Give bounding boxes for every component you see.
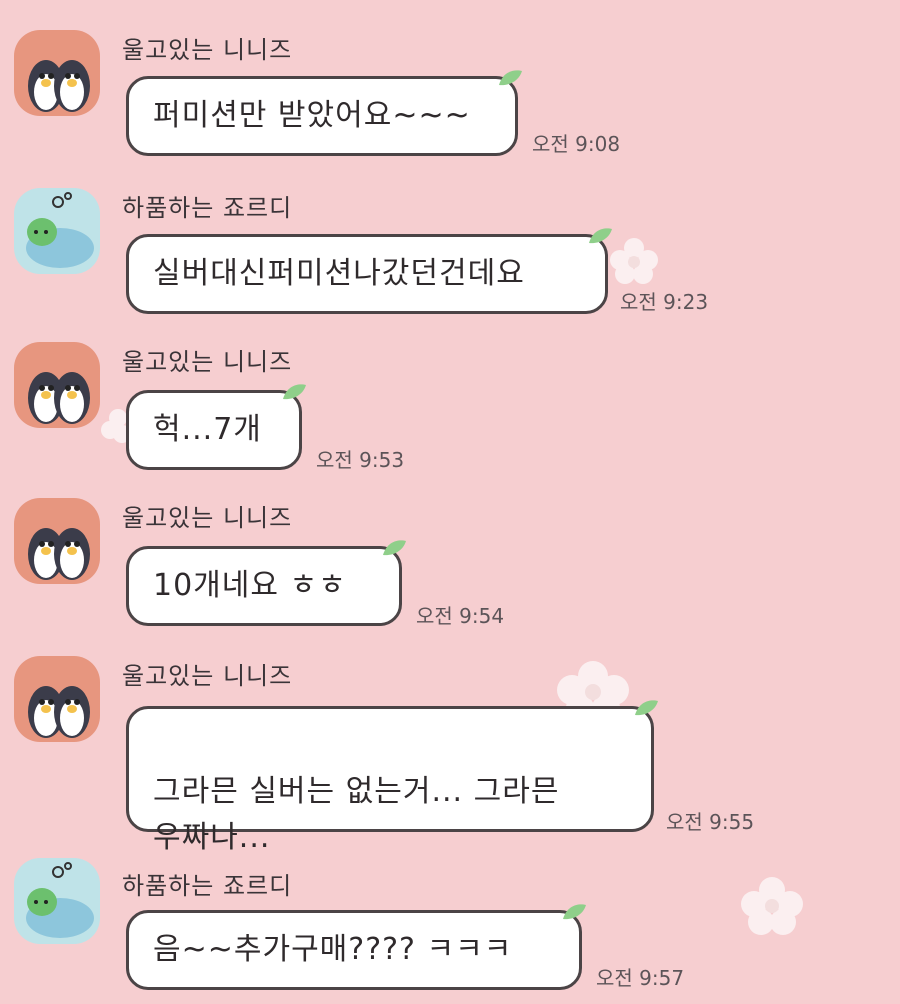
flower-decoration-icon — [741, 877, 803, 935]
crying-penguins-avatar[interactable] — [14, 30, 100, 116]
crying-penguins-avatar[interactable] — [14, 342, 100, 428]
flower-decoration-icon — [610, 238, 658, 284]
message-bubble[interactable]: 음~~추가구매???? ㅋㅋㅋ — [126, 904, 586, 990]
message-time: 오전 9:57 — [596, 966, 685, 990]
sender-name: 울고있는 니니즈 — [122, 36, 293, 64]
message-text: 헉...7개 — [153, 412, 262, 447]
sender-name: 울고있는 니니즈 — [122, 504, 293, 532]
message-text: 음~~추가구매???? ㅋㅋㅋ — [153, 932, 513, 967]
leaf-icon — [383, 540, 406, 556]
sender-name: 하품하는 죠르디 — [122, 194, 293, 222]
leaf-icon — [635, 700, 658, 716]
message-text: 10개네요 ㅎㅎ — [153, 568, 347, 603]
message-text: 그라믄 실버는 없는거... 그라믄 우짜나... — [153, 774, 560, 855]
leaf-icon — [499, 70, 522, 86]
message-time: 오전 9:23 — [620, 290, 709, 314]
message-time: 오전 9:53 — [316, 448, 405, 472]
sender-name: 울고있는 니니즈 — [122, 348, 293, 376]
message-bubble[interactable]: 그라믄 실버는 없는거... 그라믄 우짜나... — [126, 700, 658, 855]
leaf-icon — [563, 904, 586, 920]
message-text: 실버대신퍼미션나갔던건데요 — [153, 256, 525, 291]
sleeping-jordy-avatar[interactable] — [14, 858, 100, 944]
message-bubble[interactable]: 헉...7개 — [126, 384, 306, 470]
message-bubble[interactable]: 10개네요 ㅎㅎ — [126, 540, 406, 626]
leaf-icon — [283, 384, 306, 400]
leaf-icon — [589, 228, 612, 244]
message-time: 오전 9:55 — [666, 810, 755, 834]
message-bubble[interactable]: 실버대신퍼미션나갔던건데요 — [126, 228, 612, 314]
message-bubble[interactable]: 퍼미션만 받았어요~~~ — [126, 70, 522, 156]
chat-room: 울고있는 니니즈 퍼미션만 받았어요~~~ 오전 9:08 하품하는 죠르디 실… — [0, 0, 900, 1004]
crying-penguins-avatar[interactable] — [14, 498, 100, 584]
sender-name: 하품하는 죠르디 — [122, 872, 293, 900]
sleeping-jordy-avatar[interactable] — [14, 188, 100, 274]
sender-name: 울고있는 니니즈 — [122, 662, 293, 690]
message-text: 퍼미션만 받았어요~~~ — [153, 98, 471, 133]
message-time: 오전 9:54 — [416, 604, 505, 628]
message-time: 오전 9:08 — [532, 132, 621, 156]
crying-penguins-avatar[interactable] — [14, 656, 100, 742]
